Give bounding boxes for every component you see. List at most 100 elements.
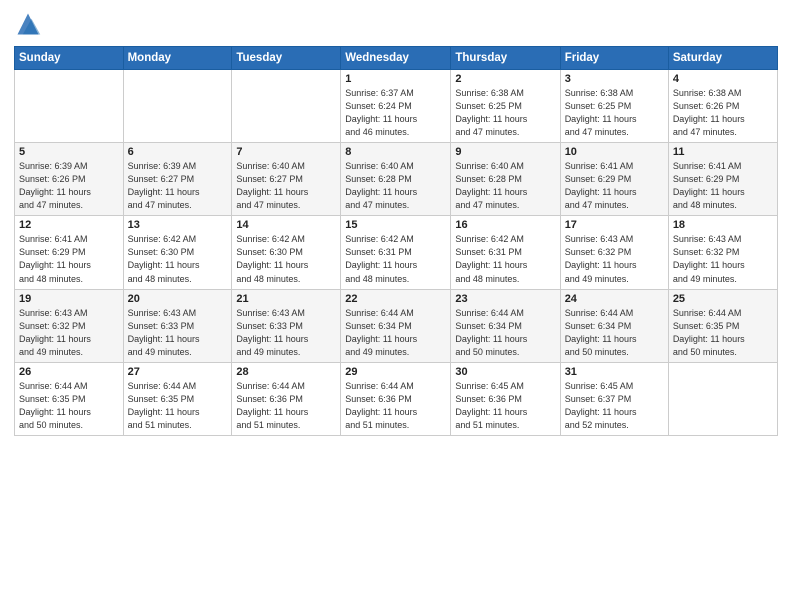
day-info: Sunrise: 6:37 AM Sunset: 6:24 PM Dayligh… xyxy=(345,87,446,139)
day-info: Sunrise: 6:44 AM Sunset: 6:34 PM Dayligh… xyxy=(455,307,555,359)
calendar-cell: 16 Sunrise: 6:42 AM Sunset: 6:31 PM Dayli… xyxy=(451,216,560,289)
calendar-header-wednesday: Wednesday xyxy=(341,47,451,70)
day-info: Sunrise: 6:44 AM Sunset: 6:34 PM Dayligh… xyxy=(565,307,664,359)
calendar-cell: 22 Sunrise: 6:44 AM Sunset: 6:34 PM Dayli… xyxy=(341,289,451,362)
day-info: Sunrise: 6:42 AM Sunset: 6:30 PM Dayligh… xyxy=(128,233,228,285)
day-number: 11 xyxy=(673,146,773,158)
calendar-cell: 21 Sunrise: 6:43 AM Sunset: 6:33 PM Dayli… xyxy=(232,289,341,362)
calendar-cell: 15Sunrise: 6:42 AM Sunset: 6:31 PM Dayli… xyxy=(341,216,451,289)
day-number: 20 xyxy=(128,293,228,305)
day-number: 23 xyxy=(455,293,555,305)
calendar-cell xyxy=(15,70,124,143)
day-number: 7 xyxy=(236,146,336,158)
day-info: Sunrise: 6:44 AM Sunset: 6:35 PM Dayligh… xyxy=(673,307,773,359)
day-info: Sunrise: 6:44 AM Sunset: 6:35 PM Dayligh… xyxy=(128,380,228,432)
day-info: Sunrise: 6:43 AM Sunset: 6:32 PM Dayligh… xyxy=(565,233,664,285)
day-number: 21 xyxy=(236,293,336,305)
calendar-cell: 29 Sunrise: 6:44 AM Sunset: 6:36 PM Dayli… xyxy=(341,362,451,435)
calendar-header-thursday: Thursday xyxy=(451,47,560,70)
day-number: 14 xyxy=(236,219,336,231)
day-info: Sunrise: 6:44 AM Sunset: 6:36 PM Dayligh… xyxy=(345,380,446,432)
calendar-cell: 27 Sunrise: 6:44 AM Sunset: 6:35 PM Dayli… xyxy=(123,362,232,435)
day-info: Sunrise: 6:38 AM Sunset: 6:25 PM Dayligh… xyxy=(455,87,555,139)
day-info: Sunrise: 6:41 AM Sunset: 6:29 PM Dayligh… xyxy=(673,160,773,212)
day-info: Sunrise: 6:45 AM Sunset: 6:36 PM Dayligh… xyxy=(455,380,555,432)
day-number: 22 xyxy=(345,293,446,305)
day-number: 16 xyxy=(455,219,555,231)
calendar-cell: 23 Sunrise: 6:44 AM Sunset: 6:34 PM Dayli… xyxy=(451,289,560,362)
day-info: Sunrise: 6:39 AM Sunset: 6:27 PM Dayligh… xyxy=(128,160,228,212)
logo-icon xyxy=(14,10,42,38)
calendar-cell: 13 Sunrise: 6:42 AM Sunset: 6:30 PM Dayli… xyxy=(123,216,232,289)
header xyxy=(14,10,778,38)
day-info: Sunrise: 6:44 AM Sunset: 6:34 PM Dayligh… xyxy=(345,307,446,359)
day-number: 2 xyxy=(455,73,555,85)
calendar-week-row: 5 Sunrise: 6:39 AM Sunset: 6:26 PM Daylig… xyxy=(15,143,778,216)
day-number: 27 xyxy=(128,366,228,378)
calendar-cell: 5 Sunrise: 6:39 AM Sunset: 6:26 PM Daylig… xyxy=(15,143,124,216)
day-info: Sunrise: 6:39 AM Sunset: 6:26 PM Dayligh… xyxy=(19,160,119,212)
day-number: 17 xyxy=(565,219,664,231)
day-number: 9 xyxy=(455,146,555,158)
day-number: 29 xyxy=(345,366,446,378)
day-number: 1 xyxy=(345,73,446,85)
calendar-cell: 11 Sunrise: 6:41 AM Sunset: 6:29 PM Dayli… xyxy=(668,143,777,216)
calendar-cell: 24Sunrise: 6:44 AM Sunset: 6:34 PM Dayli… xyxy=(560,289,668,362)
calendar-table: SundayMondayTuesdayWednesdayThursdayFrid… xyxy=(14,46,778,436)
day-info: Sunrise: 6:38 AM Sunset: 6:25 PM Dayligh… xyxy=(565,87,664,139)
day-info: Sunrise: 6:40 AM Sunset: 6:27 PM Dayligh… xyxy=(236,160,336,212)
calendar-week-row: 19Sunrise: 6:43 AM Sunset: 6:32 PM Dayli… xyxy=(15,289,778,362)
day-info: Sunrise: 6:43 AM Sunset: 6:32 PM Dayligh… xyxy=(19,307,119,359)
day-number: 31 xyxy=(565,366,664,378)
day-number: 13 xyxy=(128,219,228,231)
day-number: 3 xyxy=(565,73,664,85)
calendar-cell xyxy=(232,70,341,143)
calendar-cell: 30Sunrise: 6:45 AM Sunset: 6:36 PM Dayli… xyxy=(451,362,560,435)
day-number: 5 xyxy=(19,146,119,158)
calendar-cell: 2 Sunrise: 6:38 AM Sunset: 6:25 PM Daylig… xyxy=(451,70,560,143)
calendar-cell: 25Sunrise: 6:44 AM Sunset: 6:35 PM Dayli… xyxy=(668,289,777,362)
day-number: 26 xyxy=(19,366,119,378)
calendar-cell: 8 Sunrise: 6:40 AM Sunset: 6:28 PM Daylig… xyxy=(341,143,451,216)
day-info: Sunrise: 6:40 AM Sunset: 6:28 PM Dayligh… xyxy=(345,160,446,212)
logo xyxy=(14,10,46,38)
day-info: Sunrise: 6:43 AM Sunset: 6:33 PM Dayligh… xyxy=(236,307,336,359)
day-info: Sunrise: 6:43 AM Sunset: 6:32 PM Dayligh… xyxy=(673,233,773,285)
day-info: Sunrise: 6:44 AM Sunset: 6:36 PM Dayligh… xyxy=(236,380,336,432)
day-info: Sunrise: 6:40 AM Sunset: 6:28 PM Dayligh… xyxy=(455,160,555,212)
day-info: Sunrise: 6:45 AM Sunset: 6:37 PM Dayligh… xyxy=(565,380,664,432)
calendar-header-sunday: Sunday xyxy=(15,47,124,70)
day-number: 10 xyxy=(565,146,664,158)
calendar-cell: 17 Sunrise: 6:43 AM Sunset: 6:32 PM Dayli… xyxy=(560,216,668,289)
day-info: Sunrise: 6:43 AM Sunset: 6:33 PM Dayligh… xyxy=(128,307,228,359)
calendar-header-row: SundayMondayTuesdayWednesdayThursdayFrid… xyxy=(15,47,778,70)
calendar-cell: 4Sunrise: 6:38 AM Sunset: 6:26 PM Daylig… xyxy=(668,70,777,143)
day-number: 6 xyxy=(128,146,228,158)
calendar-cell: 1 Sunrise: 6:37 AM Sunset: 6:24 PM Daylig… xyxy=(341,70,451,143)
calendar-header-monday: Monday xyxy=(123,47,232,70)
calendar-header-tuesday: Tuesday xyxy=(232,47,341,70)
calendar-cell: 14Sunrise: 6:42 AM Sunset: 6:30 PM Dayli… xyxy=(232,216,341,289)
calendar-cell: 12Sunrise: 6:41 AM Sunset: 6:29 PM Dayli… xyxy=(15,216,124,289)
calendar-week-row: 1 Sunrise: 6:37 AM Sunset: 6:24 PM Daylig… xyxy=(15,70,778,143)
calendar-header-friday: Friday xyxy=(560,47,668,70)
calendar-cell: 6 Sunrise: 6:39 AM Sunset: 6:27 PM Daylig… xyxy=(123,143,232,216)
calendar-cell: 3 Sunrise: 6:38 AM Sunset: 6:25 PM Daylig… xyxy=(560,70,668,143)
day-number: 15 xyxy=(345,219,446,231)
calendar-cell xyxy=(123,70,232,143)
calendar-cell: 31 Sunrise: 6:45 AM Sunset: 6:37 PM Dayli… xyxy=(560,362,668,435)
calendar-cell: 18Sunrise: 6:43 AM Sunset: 6:32 PM Dayli… xyxy=(668,216,777,289)
calendar-week-row: 12Sunrise: 6:41 AM Sunset: 6:29 PM Dayli… xyxy=(15,216,778,289)
day-info: Sunrise: 6:41 AM Sunset: 6:29 PM Dayligh… xyxy=(565,160,664,212)
day-info: Sunrise: 6:42 AM Sunset: 6:31 PM Dayligh… xyxy=(455,233,555,285)
day-info: Sunrise: 6:44 AM Sunset: 6:35 PM Dayligh… xyxy=(19,380,119,432)
calendar-cell: 19Sunrise: 6:43 AM Sunset: 6:32 PM Dayli… xyxy=(15,289,124,362)
calendar-cell: 10 Sunrise: 6:41 AM Sunset: 6:29 PM Dayli… xyxy=(560,143,668,216)
calendar-cell: 7 Sunrise: 6:40 AM Sunset: 6:27 PM Daylig… xyxy=(232,143,341,216)
calendar-cell: 26 Sunrise: 6:44 AM Sunset: 6:35 PM Dayli… xyxy=(15,362,124,435)
calendar-cell: 28Sunrise: 6:44 AM Sunset: 6:36 PM Dayli… xyxy=(232,362,341,435)
day-info: Sunrise: 6:38 AM Sunset: 6:26 PM Dayligh… xyxy=(673,87,773,139)
calendar-cell xyxy=(668,362,777,435)
day-number: 8 xyxy=(345,146,446,158)
page: SundayMondayTuesdayWednesdayThursdayFrid… xyxy=(0,0,792,612)
